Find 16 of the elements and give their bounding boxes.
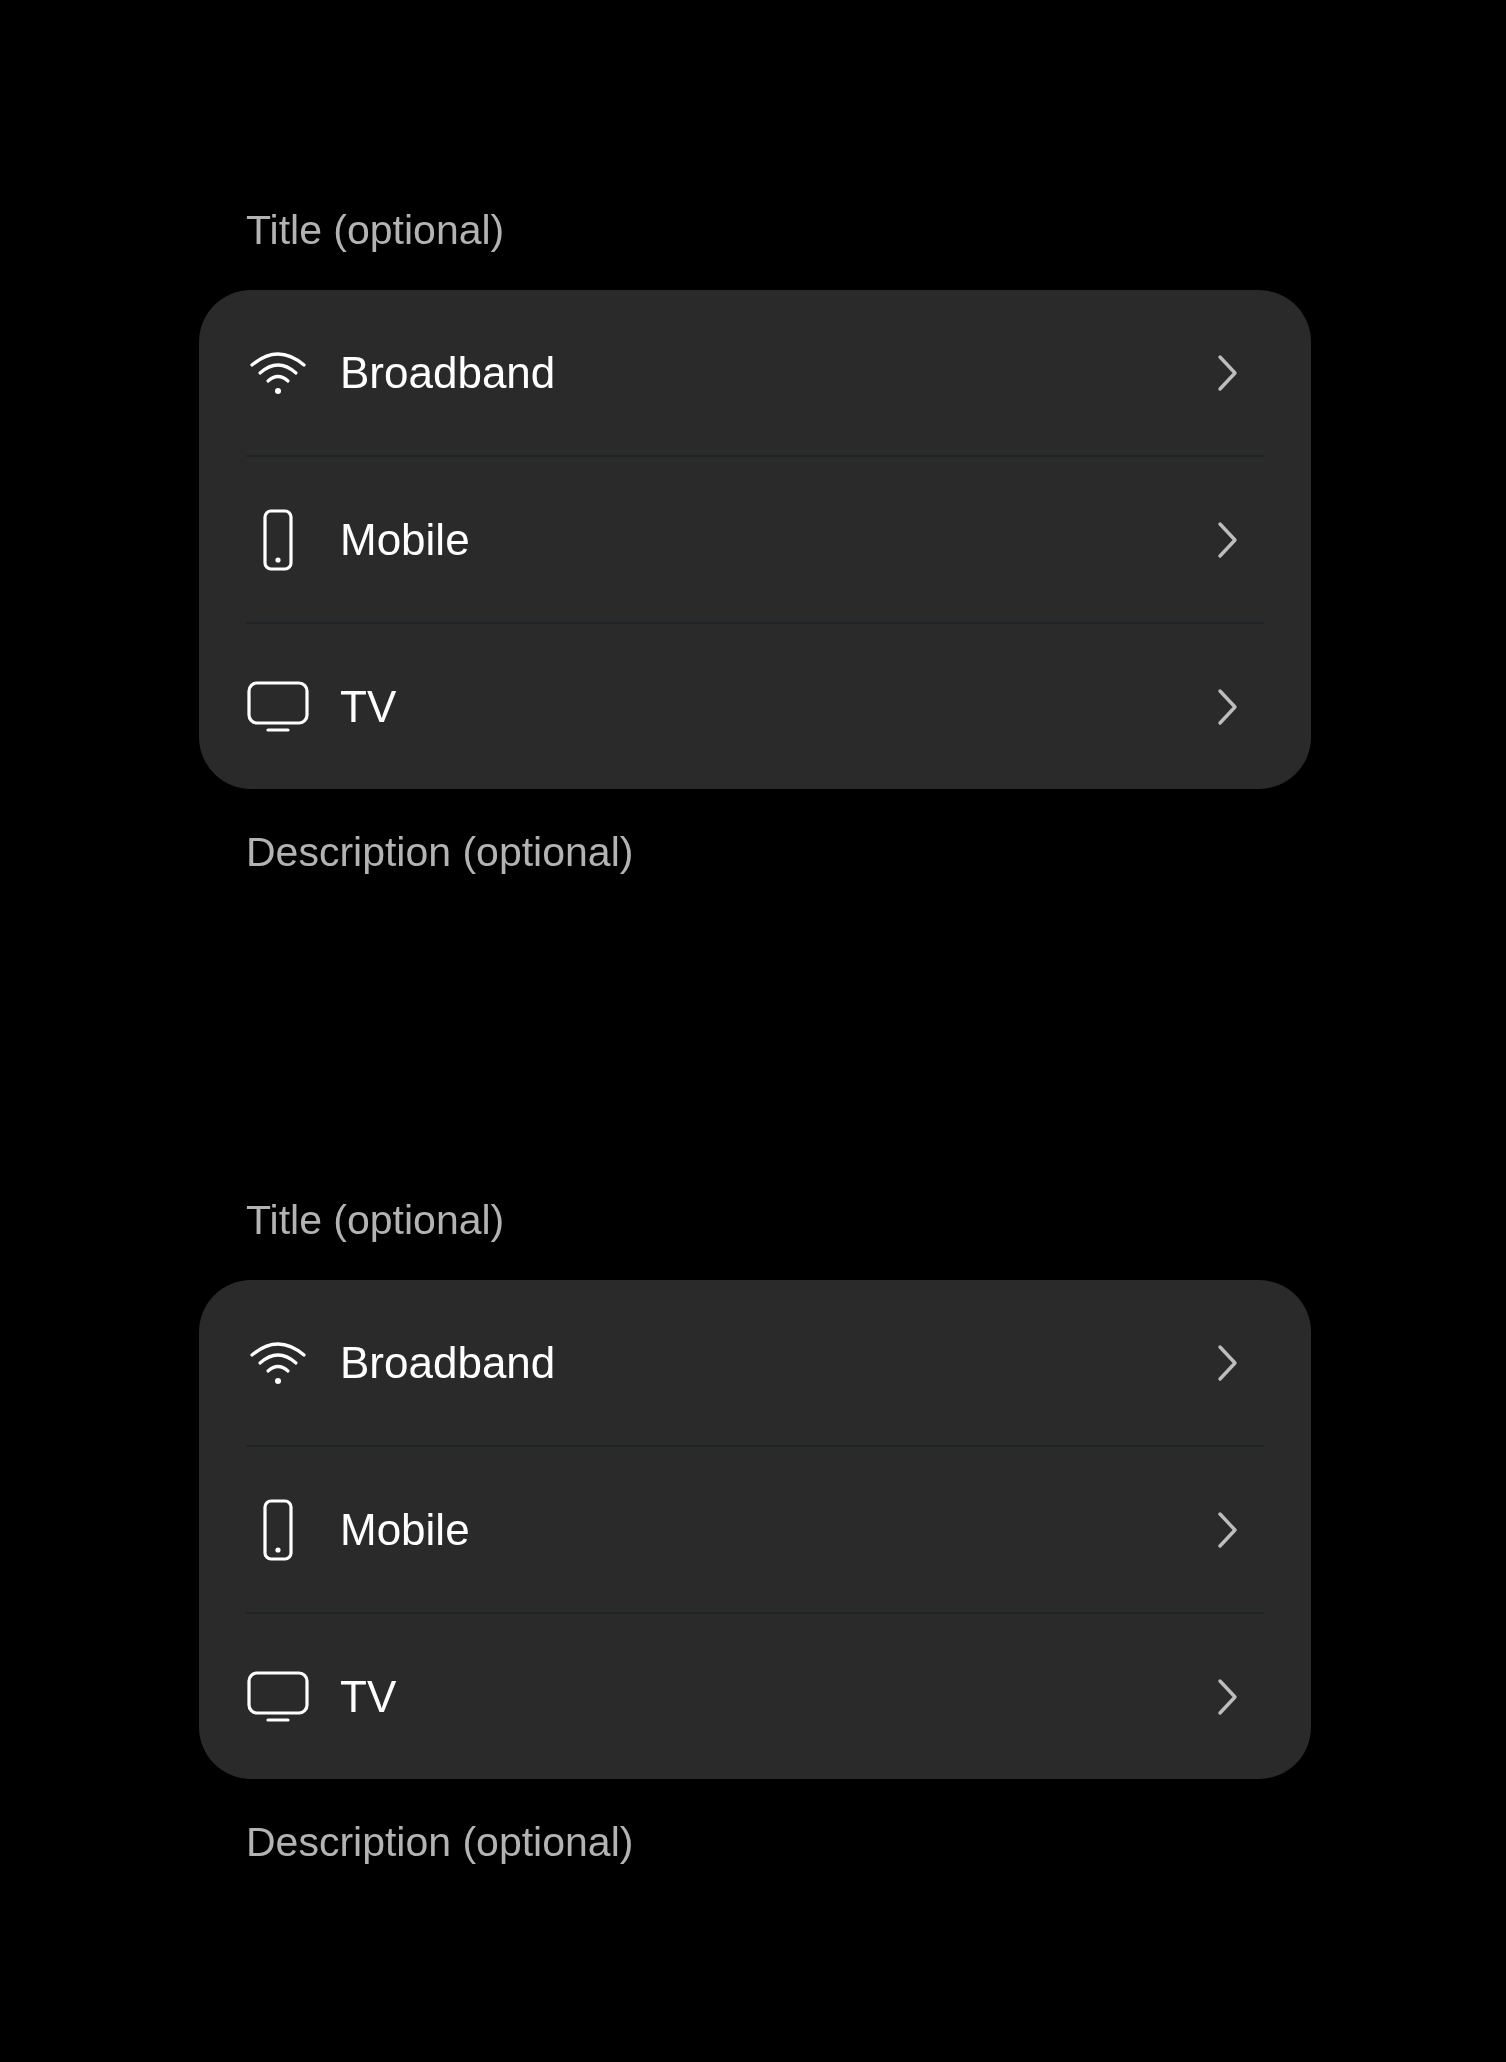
section-title: Title (optional) [246, 206, 506, 255]
section-title: Title (optional) [246, 1196, 506, 1245]
section-description: Description (optional) [246, 1818, 635, 1867]
chevron-right-icon [1216, 1676, 1240, 1717]
chevron-right-icon [1216, 1509, 1240, 1550]
list-item[interactable]: TV [246, 624, 1264, 789]
list-item[interactable]: Mobile [246, 1447, 1264, 1612]
list-item[interactable]: Broadband [246, 290, 1264, 455]
chevron-right-icon [1216, 686, 1240, 727]
chevron-right-icon [1216, 519, 1240, 560]
section-description: Description (optional) [246, 828, 635, 877]
list-item[interactable]: TV [246, 1614, 1264, 1779]
chevron-right-icon [1216, 352, 1240, 393]
list-item[interactable]: Broadband [246, 1280, 1264, 1445]
chevron-right-icon [1216, 1342, 1240, 1383]
list-item[interactable]: Mobile [246, 457, 1264, 622]
